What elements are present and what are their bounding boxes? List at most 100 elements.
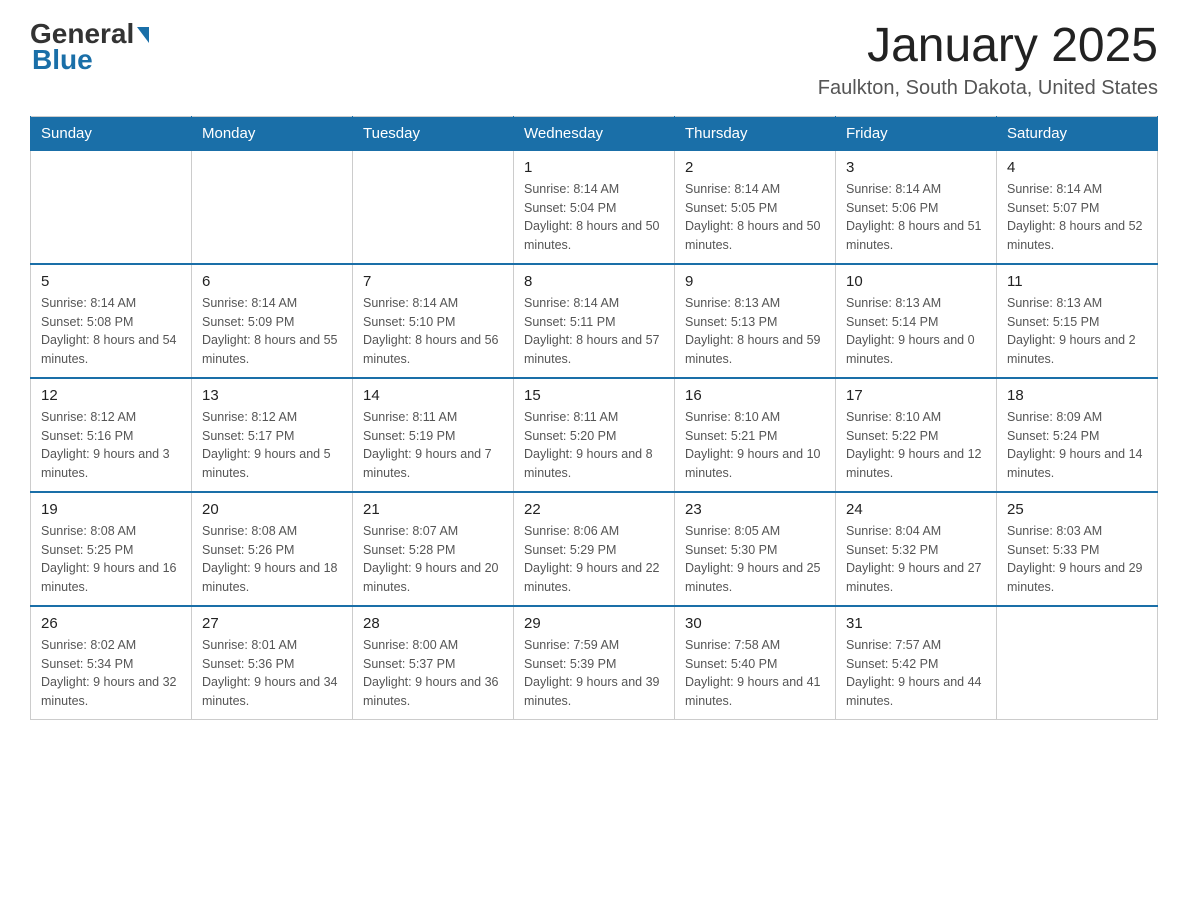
logo: General Blue <box>30 20 149 76</box>
calendar-cell: 29Sunrise: 7:59 AM Sunset: 5:39 PM Dayli… <box>514 606 675 720</box>
day-number: 31 <box>846 615 986 632</box>
calendar-cell <box>31 150 192 264</box>
location-subtitle: Faulkton, South Dakota, United States <box>818 77 1158 100</box>
day-number: 30 <box>685 615 825 632</box>
calendar-cell <box>353 150 514 264</box>
day-info: Sunrise: 8:12 AM Sunset: 5:17 PM Dayligh… <box>202 408 342 483</box>
day-number: 15 <box>524 387 664 404</box>
day-number: 22 <box>524 501 664 518</box>
day-number: 1 <box>524 159 664 176</box>
day-info: Sunrise: 8:01 AM Sunset: 5:36 PM Dayligh… <box>202 636 342 711</box>
calendar-cell: 1 Sunrise: 8:14 AM Sunset: 5:04 PM Daylig… <box>514 150 675 264</box>
column-header-tuesday: Tuesday <box>353 116 514 150</box>
calendar-cell: 14 Sunrise: 8:11 AM Sunset: 5:19 PM Dayli… <box>353 378 514 492</box>
day-number: 16 <box>685 387 825 404</box>
calendar-cell: 10Sunrise: 8:13 AM Sunset: 5:14 PM Dayli… <box>836 264 997 378</box>
calendar-cell: 31 Sunrise: 7:57 AM Sunset: 5:42 PM Dayli… <box>836 606 997 720</box>
day-number: 27 <box>202 615 342 632</box>
month-title: January 2025 <box>818 20 1158 73</box>
day-info: Sunrise: 8:14 AM Sunset: 5:11 PM Dayligh… <box>524 294 664 369</box>
calendar-week-row: 26 Sunrise: 8:02 AM Sunset: 5:34 PM Dayli… <box>31 606 1158 720</box>
day-info: Sunrise: 8:09 AM Sunset: 5:24 PM Dayligh… <box>1007 408 1147 483</box>
day-number: 14 <box>363 387 503 404</box>
day-info: Sunrise: 8:00 AM Sunset: 5:37 PM Dayligh… <box>363 636 503 711</box>
calendar-cell: 4 Sunrise: 8:14 AM Sunset: 5:07 PM Daylig… <box>997 150 1158 264</box>
calendar-cell: 5 Sunrise: 8:14 AM Sunset: 5:08 PM Daylig… <box>31 264 192 378</box>
calendar-cell: 27 Sunrise: 8:01 AM Sunset: 5:36 PM Dayli… <box>192 606 353 720</box>
day-info: Sunrise: 7:58 AM Sunset: 5:40 PM Dayligh… <box>685 636 825 711</box>
day-info: Sunrise: 8:06 AM Sunset: 5:29 PM Dayligh… <box>524 522 664 597</box>
day-info: Sunrise: 8:08 AM Sunset: 5:26 PM Dayligh… <box>202 522 342 597</box>
calendar-cell: 6 Sunrise: 8:14 AM Sunset: 5:09 PM Daylig… <box>192 264 353 378</box>
calendar-cell: 15 Sunrise: 8:11 AM Sunset: 5:20 PM Dayli… <box>514 378 675 492</box>
calendar-cell: 22 Sunrise: 8:06 AM Sunset: 5:29 PM Dayli… <box>514 492 675 606</box>
page-header: General Blue January 2025 Faulkton, Sout… <box>30 20 1158 100</box>
day-info: Sunrise: 8:14 AM Sunset: 5:05 PM Dayligh… <box>685 180 825 255</box>
day-info: Sunrise: 8:14 AM Sunset: 5:10 PM Dayligh… <box>363 294 503 369</box>
day-number: 28 <box>363 615 503 632</box>
day-info: Sunrise: 8:10 AM Sunset: 5:21 PM Dayligh… <box>685 408 825 483</box>
day-info: Sunrise: 8:13 AM Sunset: 5:13 PM Dayligh… <box>685 294 825 369</box>
calendar-cell: 28 Sunrise: 8:00 AM Sunset: 5:37 PM Dayli… <box>353 606 514 720</box>
calendar-table: SundayMondayTuesdayWednesdayThursdayFrid… <box>30 116 1158 720</box>
calendar-cell: 19Sunrise: 8:08 AM Sunset: 5:25 PM Dayli… <box>31 492 192 606</box>
day-info: Sunrise: 8:14 AM Sunset: 5:06 PM Dayligh… <box>846 180 986 255</box>
day-number: 23 <box>685 501 825 518</box>
logo-arrow-icon <box>137 27 149 43</box>
calendar-week-row: 5 Sunrise: 8:14 AM Sunset: 5:08 PM Daylig… <box>31 264 1158 378</box>
calendar-cell: 18 Sunrise: 8:09 AM Sunset: 5:24 PM Dayli… <box>997 378 1158 492</box>
column-header-friday: Friday <box>836 116 997 150</box>
day-info: Sunrise: 7:57 AM Sunset: 5:42 PM Dayligh… <box>846 636 986 711</box>
day-info: Sunrise: 8:14 AM Sunset: 5:08 PM Dayligh… <box>41 294 181 369</box>
calendar-cell: 7 Sunrise: 8:14 AM Sunset: 5:10 PM Daylig… <box>353 264 514 378</box>
calendar-cell: 25 Sunrise: 8:03 AM Sunset: 5:33 PM Dayli… <box>997 492 1158 606</box>
day-number: 12 <box>41 387 181 404</box>
day-info: Sunrise: 8:03 AM Sunset: 5:33 PM Dayligh… <box>1007 522 1147 597</box>
day-number: 6 <box>202 273 342 290</box>
day-info: Sunrise: 8:12 AM Sunset: 5:16 PM Dayligh… <box>41 408 181 483</box>
calendar-cell: 8Sunrise: 8:14 AM Sunset: 5:11 PM Daylig… <box>514 264 675 378</box>
calendar-header-row: SundayMondayTuesdayWednesdayThursdayFrid… <box>31 116 1158 150</box>
calendar-week-row: 1 Sunrise: 8:14 AM Sunset: 5:04 PM Daylig… <box>31 150 1158 264</box>
calendar-cell: 9 Sunrise: 8:13 AM Sunset: 5:13 PM Daylig… <box>675 264 836 378</box>
day-info: Sunrise: 8:14 AM Sunset: 5:09 PM Dayligh… <box>202 294 342 369</box>
day-number: 10 <box>846 273 986 290</box>
calendar-cell: 23 Sunrise: 8:05 AM Sunset: 5:30 PM Dayli… <box>675 492 836 606</box>
calendar-week-row: 19Sunrise: 8:08 AM Sunset: 5:25 PM Dayli… <box>31 492 1158 606</box>
day-info: Sunrise: 8:11 AM Sunset: 5:20 PM Dayligh… <box>524 408 664 483</box>
day-number: 24 <box>846 501 986 518</box>
day-info: Sunrise: 7:59 AM Sunset: 5:39 PM Dayligh… <box>524 636 664 711</box>
calendar-cell: 24 Sunrise: 8:04 AM Sunset: 5:32 PM Dayli… <box>836 492 997 606</box>
day-number: 2 <box>685 159 825 176</box>
calendar-cell: 30 Sunrise: 7:58 AM Sunset: 5:40 PM Dayli… <box>675 606 836 720</box>
calendar-cell <box>997 606 1158 720</box>
calendar-week-row: 12 Sunrise: 8:12 AM Sunset: 5:16 PM Dayli… <box>31 378 1158 492</box>
day-number: 18 <box>1007 387 1147 404</box>
day-info: Sunrise: 8:02 AM Sunset: 5:34 PM Dayligh… <box>41 636 181 711</box>
calendar-cell: 17 Sunrise: 8:10 AM Sunset: 5:22 PM Dayli… <box>836 378 997 492</box>
logo-blue-text: Blue <box>32 44 93 76</box>
day-info: Sunrise: 8:10 AM Sunset: 5:22 PM Dayligh… <box>846 408 986 483</box>
day-number: 3 <box>846 159 986 176</box>
day-info: Sunrise: 8:05 AM Sunset: 5:30 PM Dayligh… <box>685 522 825 597</box>
day-info: Sunrise: 8:11 AM Sunset: 5:19 PM Dayligh… <box>363 408 503 483</box>
day-info: Sunrise: 8:04 AM Sunset: 5:32 PM Dayligh… <box>846 522 986 597</box>
day-number: 7 <box>363 273 503 290</box>
day-number: 4 <box>1007 159 1147 176</box>
day-number: 11 <box>1007 273 1147 290</box>
day-info: Sunrise: 8:14 AM Sunset: 5:04 PM Dayligh… <box>524 180 664 255</box>
day-number: 25 <box>1007 501 1147 518</box>
column-header-thursday: Thursday <box>675 116 836 150</box>
calendar-cell: 16 Sunrise: 8:10 AM Sunset: 5:21 PM Dayli… <box>675 378 836 492</box>
day-number: 26 <box>41 615 181 632</box>
calendar-cell: 26 Sunrise: 8:02 AM Sunset: 5:34 PM Dayli… <box>31 606 192 720</box>
calendar-cell: 12 Sunrise: 8:12 AM Sunset: 5:16 PM Dayli… <box>31 378 192 492</box>
day-info: Sunrise: 8:13 AM Sunset: 5:15 PM Dayligh… <box>1007 294 1147 369</box>
calendar-cell <box>192 150 353 264</box>
day-number: 9 <box>685 273 825 290</box>
day-info: Sunrise: 8:14 AM Sunset: 5:07 PM Dayligh… <box>1007 180 1147 255</box>
day-number: 19 <box>41 501 181 518</box>
calendar-cell: 11 Sunrise: 8:13 AM Sunset: 5:15 PM Dayli… <box>997 264 1158 378</box>
day-number: 17 <box>846 387 986 404</box>
day-number: 5 <box>41 273 181 290</box>
